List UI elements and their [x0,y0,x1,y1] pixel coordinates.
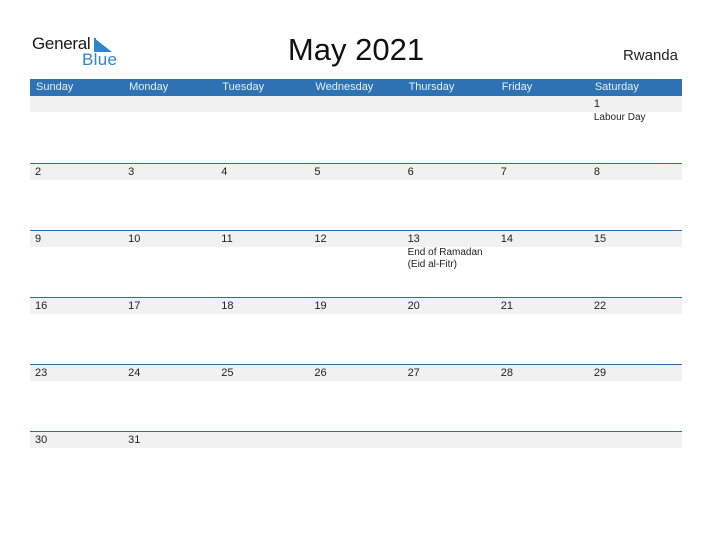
week-row: 9 10 11 12 13 End of Ramadan (Eid al-Fitr) 14 1… [30,230,682,297]
day-cell: 10 [123,231,216,297]
day-number: 29 [593,367,607,379]
day-number: 2 [35,166,42,178]
day-cell: 28 [496,365,589,431]
day-cell: 17 [123,298,216,364]
day-cell: 23 [30,365,123,431]
calendar-title: May 2021 [287,32,425,67]
day-cell: 27 [403,365,496,431]
day-cell: 12 [309,231,402,297]
weekday-wednesday: Wednesday [315,81,374,93]
weekday-sunday: Sunday [36,81,74,93]
day-cell: 19 [309,298,402,364]
day-number: 12 [314,233,327,245]
day-cell [216,96,309,163]
day-number: 19 [314,300,327,312]
day-cell [123,96,216,163]
holiday-label: End of Ramadan (Eid al-Fitr) [407,247,483,270]
day-cell: 30 [30,432,123,498]
day-number: 24 [128,367,141,379]
day-number: 20 [407,300,420,312]
day-cell: 2 [30,164,123,230]
day-number: 10 [128,233,141,245]
weekday-thursday: Thursday [408,81,455,93]
day-cell: 5 [309,164,402,230]
day-cell [496,96,589,163]
day-number: 21 [500,300,513,312]
day-number: 4 [221,166,228,178]
day-number: 28 [500,367,513,379]
day-cell: 11 [216,231,309,297]
day-number: 9 [35,233,42,245]
day-number: 17 [128,300,141,312]
day-cell: 9 [30,231,123,297]
day-number: 16 [35,300,48,312]
day-cell: 8 [589,164,682,230]
day-cell [403,96,496,163]
week-cells: 30 31 [30,432,682,498]
day-number: 27 [407,367,420,379]
weekday-header: Sunday Monday Tuesday Wednesday Thursday… [30,79,682,96]
day-cell: 22 [589,298,682,364]
day-number: 13 [407,233,420,245]
day-cell [403,432,496,498]
day-number: 8 [593,166,600,178]
day-cell [309,96,402,163]
day-number: 31 [128,434,141,446]
weekday-friday: Friday [501,81,533,93]
day-number: 5 [314,166,321,178]
day-cell: 26 [309,365,402,431]
day-number: 1 [593,98,600,110]
weekday-tuesday: Tuesday [222,81,265,93]
day-number: 7 [500,166,507,178]
calendar-grid: Sunday Monday Tuesday Wednesday Thursday… [30,79,682,498]
day-cell: 31 [123,432,216,498]
day-cell [589,432,682,498]
day-number: 25 [221,367,234,379]
day-cell: 18 [216,298,309,364]
day-cell [30,96,123,163]
week-cells: 9 10 11 12 13 End of Ramadan (Eid al-Fitr) 14 1… [30,231,682,297]
day-number: 6 [407,166,414,178]
holiday-label: Labour Day [593,112,646,123]
day-number: 15 [593,233,607,245]
day-cell: 1 Labour Day [589,96,682,163]
week-row: 30 31 [30,431,682,498]
day-number: 14 [500,233,513,245]
day-cell [309,432,402,498]
day-cell: 6 [403,164,496,230]
day-number: 22 [593,300,607,312]
day-cell [496,432,589,498]
day-cell: 21 [496,298,589,364]
day-cell: 15 [589,231,682,297]
day-cell: 25 [216,365,309,431]
day-cell: 14 [496,231,589,297]
week-row: 1 Labour Day [30,96,682,163]
day-cell [216,432,309,498]
week-row: 16 17 18 19 20 21 22 [30,297,682,364]
week-row: 23 24 25 26 27 28 29 [30,364,682,431]
day-cell: 7 [496,164,589,230]
week-cells: 16 17 18 19 20 21 22 [30,298,682,364]
day-cell: 16 [30,298,123,364]
day-number: 23 [35,367,48,379]
day-number: 26 [314,367,327,379]
day-number: 11 [221,233,233,245]
day-number: 30 [35,434,48,446]
weeks-container: 1 Labour Day 2 3 4 5 6 7 8 9 10 11 12 13 End of Ramada… [30,96,682,498]
day-cell: 29 [589,365,682,431]
day-cell: 4 [216,164,309,230]
week-row: 2 3 4 5 6 7 8 [30,163,682,230]
day-cell: 13 End of Ramadan (Eid al-Fitr) [403,231,496,297]
week-cells: 1 Labour Day [30,96,682,163]
week-cells: 2 3 4 5 6 7 8 [30,164,682,230]
day-number: 3 [128,166,135,178]
day-cell: 24 [123,365,216,431]
country-label: Rwanda [622,47,678,64]
weekday-saturday: Saturday [594,81,639,93]
day-cell: 20 [403,298,496,364]
weekday-monday: Monday [129,81,169,93]
day-number: 18 [221,300,234,312]
week-cells: 23 24 25 26 27 28 29 [30,365,682,431]
day-cell: 3 [123,164,216,230]
